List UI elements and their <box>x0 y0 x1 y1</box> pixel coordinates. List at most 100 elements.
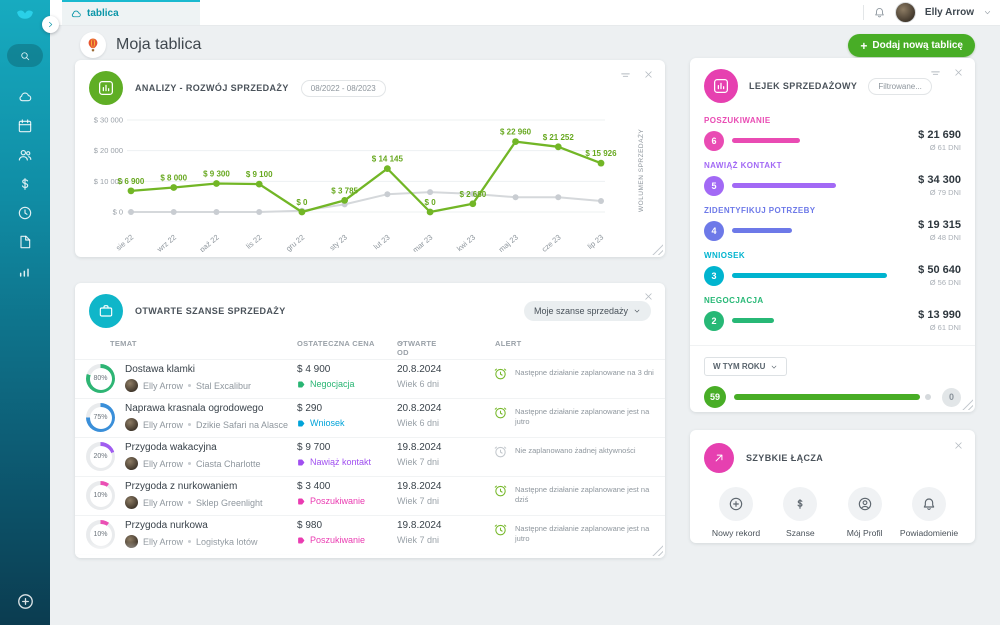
owner-avatar <box>125 418 138 431</box>
sidebar-add-button[interactable] <box>0 592 50 611</box>
deal-company: Logistyka lotów <box>196 537 258 547</box>
alarm-clock-icon <box>493 444 508 459</box>
deal-row[interactable]: 75%Naprawa krasnala ogrodowegoElly Arrow… <box>75 398 665 437</box>
col-cena[interactable]: OSTATECZNA CENA <box>297 339 375 348</box>
sidebar-collapse-button[interactable] <box>42 16 59 33</box>
deal-row[interactable]: 20%Przygoda wakacyjnaElly ArrowCiasta Ch… <box>75 437 665 476</box>
deal-title: Dostawa klamki <box>125 364 195 375</box>
svg-text:lis 22: lis 22 <box>244 233 263 251</box>
col-temat[interactable]: TEMAT <box>110 339 137 348</box>
period-dropdown[interactable]: W TYM ROKU <box>704 357 787 376</box>
deal-alert-text: Następne działanie zaplanowane jest na d… <box>515 483 657 505</box>
won-count-badge: 59 <box>704 386 726 408</box>
svg-text:$ 2 680: $ 2 680 <box>459 190 486 199</box>
deal-row[interactable]: 10%Przygoda z nurkowaniemElly ArrowSklep… <box>75 476 665 515</box>
deal-alert-text: Następne działanie zaplanowane jest na j… <box>515 522 657 544</box>
search-button[interactable] <box>7 44 43 67</box>
quick-link-label: Mój Profil <box>847 528 883 538</box>
sidebar-item-users-icon[interactable] <box>12 147 38 163</box>
funnel-stage[interactable]: ZIDENTYFIKUJ POTRZEBY4$ 19 315Ø 48 DNI <box>704 206 961 242</box>
sales-analytics-card: ANALIZY - ROZWÓJ SPRZEDAŻY 08/2022 - 08/… <box>75 60 665 257</box>
sidebar-item-clock-icon[interactable] <box>12 205 38 221</box>
quick-link-plus-circle[interactable]: Nowy rekord <box>704 487 768 538</box>
stage-label: NEGOCJACJA <box>704 296 961 305</box>
svg-text:cze 23: cze 23 <box>540 233 563 252</box>
deal-open-date: 19.8.2024 <box>397 442 442 453</box>
bell-icon <box>921 496 937 512</box>
funnel-close-icon[interactable] <box>953 67 964 80</box>
tab-tablica[interactable]: tablica <box>62 0 200 25</box>
deal-row[interactable]: 20%Survival courseElly Arrow$ 1 20019.8.… <box>75 554 665 558</box>
chart-close-icon[interactable] <box>643 69 654 82</box>
svg-text:mar 23: mar 23 <box>411 233 435 252</box>
funnel-stage[interactable]: WNIOSEK3$ 50 640Ø 56 DNI <box>704 251 961 287</box>
deal-open-date: 20.8.2024 <box>397 403 442 414</box>
deals-filter-dropdown[interactable]: Moje szanse sprzedaży <box>524 301 651 321</box>
funnel-filter-icon[interactable] <box>929 67 942 80</box>
deal-alert-text: Następne działanie zaplanowane jest na j… <box>515 405 657 427</box>
deal-row[interactable]: 10%Przygoda nurkowaElly ArrowLogistyka l… <box>75 515 665 554</box>
deal-row[interactable]: 80%Dostawa klamkiElly ArrowStal Excalibu… <box>75 359 665 398</box>
chart-filter-icon[interactable] <box>619 69 632 82</box>
quick-link-dollar-text[interactable]: Szanse <box>768 487 832 538</box>
funnel-stage[interactable]: NEGOCJACJA2$ 13 990Ø 61 DNI <box>704 296 961 332</box>
svg-text:$ 15 926: $ 15 926 <box>585 149 617 158</box>
deals-card-title: OTWARTE SZANSE SPRZEDAŻY <box>135 306 286 316</box>
deal-stage: Poszukiwanie <box>310 496 365 506</box>
deal-age: Wiek 7 dni <box>397 535 439 545</box>
svg-text:WOLUMEN SPRZEDAŻY: WOLUMEN SPRZEDAŻY <box>636 129 645 212</box>
user-name: Elly Arrow <box>925 7 974 18</box>
svg-text:gru 22: gru 22 <box>284 233 306 252</box>
user-circle-icon <box>857 496 873 512</box>
deals-close-icon[interactable] <box>643 291 654 302</box>
svg-text:paź 22: paź 22 <box>198 233 221 252</box>
deal-price: $ 4 900 <box>297 364 330 375</box>
sidebar-item-document-icon[interactable] <box>12 234 38 250</box>
chevron-down-icon <box>633 307 641 315</box>
sidebar-item-cloud-icon[interactable] <box>12 89 38 105</box>
bar-chart-box-icon <box>712 77 730 95</box>
stage-count-badge: 5 <box>704 176 724 196</box>
open-deals-card: OTWARTE SZANSE SPRZEDAŻY Moje szanse spr… <box>75 283 665 558</box>
won-lost-bar <box>734 394 934 400</box>
search-icon <box>19 50 31 62</box>
svg-text:$ 14 145: $ 14 145 <box>372 155 404 164</box>
owner-avatar <box>125 496 138 509</box>
quick-link-user-circle[interactable]: Mój Profil <box>833 487 897 538</box>
deal-age: Wiek 6 dni <box>397 418 439 428</box>
chart-period-pill[interactable]: 08/2022 - 08/2023 <box>301 80 386 97</box>
user-avatar[interactable] <box>895 2 916 23</box>
svg-text:$ 22 960: $ 22 960 <box>500 128 532 137</box>
probability-ring: 20% <box>86 442 115 471</box>
svg-text:$ 20 000: $ 20 000 <box>94 146 123 155</box>
quick-links-close-icon[interactable] <box>953 440 964 451</box>
user-menu-chevron-down-icon[interactable] <box>983 8 992 17</box>
deal-title: Przygoda z nurkowaniem <box>125 481 237 492</box>
deal-age: Wiek 7 dni <box>397 457 439 467</box>
add-board-button[interactable]: + Dodaj nową tablicę <box>848 34 975 57</box>
deal-company: Sklep Greenlight <box>196 498 263 508</box>
funnel-stage[interactable]: POSZUKIWANIE6$ 21 690Ø 61 DNI <box>704 116 961 152</box>
stage-tag-icon <box>297 497 306 506</box>
board-balloon-icon <box>80 32 106 58</box>
sidebar-item-bar-chart-icon[interactable] <box>12 263 38 279</box>
col-alert[interactable]: ALERT <box>495 339 522 348</box>
funnel-stage[interactable]: NAWIĄŻ KONTAKT5$ 34 300Ø 79 DNI <box>704 161 961 197</box>
stage-avg-days: Ø 61 DNI <box>889 143 961 152</box>
analytics-icon <box>89 71 123 105</box>
tab-label: tablica <box>87 8 119 19</box>
stage-avg-days: Ø 56 DNI <box>889 278 961 287</box>
quick-link-bell[interactable]: Powiadomienie <box>897 487 961 538</box>
sidebar-item-calendar-icon[interactable] <box>12 118 38 134</box>
briefcase-icon <box>89 294 123 328</box>
lost-dot <box>925 394 931 400</box>
deal-owner: Elly Arrow <box>143 498 183 508</box>
funnel-filter-pill[interactable]: Filtrowane... <box>868 78 932 95</box>
stage-bar <box>732 266 889 286</box>
sidebar-item-dollar-icon[interactable] <box>12 176 38 192</box>
table-column-headers: TEMAT OSTATECZNA CENA OTWARTE OD ALERT <box>75 339 665 355</box>
stage-tag-icon <box>297 458 306 467</box>
notifications-bell-icon[interactable] <box>873 6 886 19</box>
deal-age: Wiek 6 dni <box>397 379 439 389</box>
deal-price: $ 290 <box>297 403 322 414</box>
